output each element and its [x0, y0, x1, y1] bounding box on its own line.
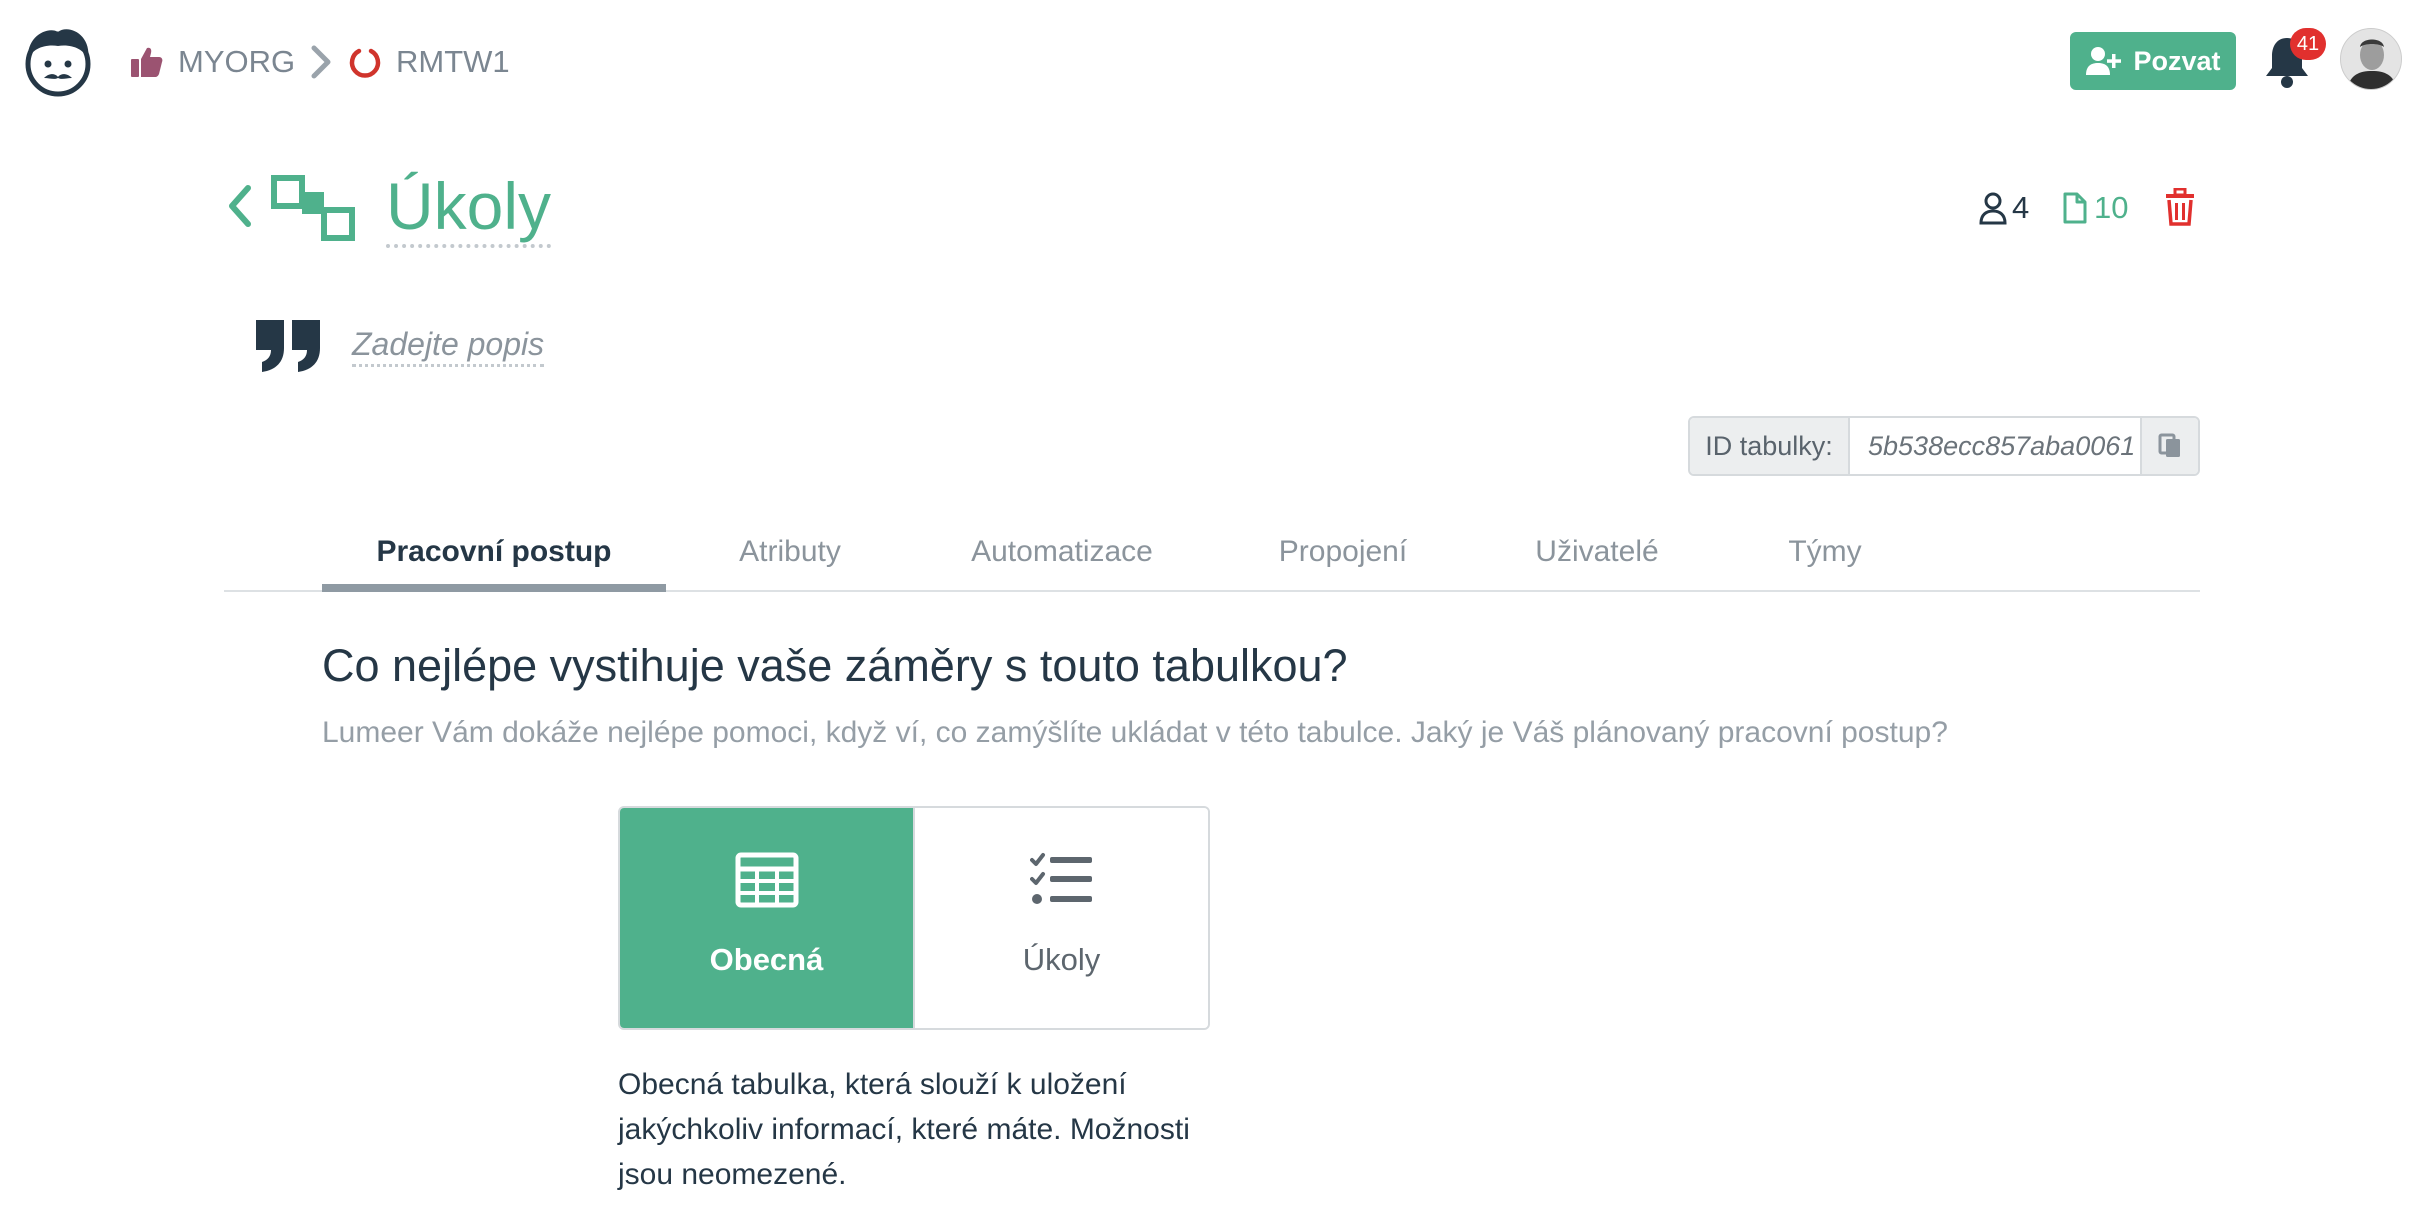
- table-icon: [735, 852, 798, 908]
- purpose-option-description: Obecná tabulka, která slouží k uložení j…: [618, 1068, 1190, 1191]
- copy-id-button[interactable]: [2140, 418, 2198, 474]
- purpose-option-general-label: Obecná: [709, 942, 824, 977]
- checklist-icon: [1029, 853, 1092, 904]
- purpose-option-tasks-label: Úkoly: [1022, 942, 1101, 977]
- chevron-right-icon: [311, 45, 331, 79]
- purpose-selector: Obecná Úkoly: [618, 806, 1210, 1030]
- copy-icon: [2158, 433, 2180, 457]
- file-icon: [2063, 192, 2087, 224]
- purpose-option-tasks[interactable]: Úkoly: [913, 808, 1208, 1028]
- tab-users[interactable]: Uživatelé: [1514, 530, 1680, 574]
- tab-teams[interactable]: Týmy: [1770, 530, 1880, 574]
- quote-icon: [256, 320, 320, 372]
- breadcrumb-project[interactable]: RMTW1: [348, 40, 510, 84]
- table-id-value[interactable]: 5b538ecc857aba0061: [1850, 418, 2140, 474]
- thumbs-up-icon: [131, 47, 163, 77]
- tab-attributes[interactable]: Atributy: [700, 530, 880, 574]
- trash-icon[interactable]: [2164, 188, 2196, 226]
- table-id-group: ID tabulky: 5b538ecc857aba0061: [1688, 416, 2200, 476]
- user-icon: [1979, 192, 2007, 225]
- users-count: 4: [2012, 190, 2030, 225]
- breadcrumb-organization[interactable]: MYORG: [128, 40, 295, 84]
- purpose-question: Co nejlépe vystihuje vaše záměry s touto…: [322, 640, 1348, 691]
- top-bar: MYORG RMTW1 Pozvat 41: [0, 0, 2416, 124]
- invite-label: Pozvat: [2133, 45, 2221, 76]
- organization-name: MYORG: [178, 44, 296, 79]
- lumeer-logo-icon[interactable]: [20, 22, 96, 98]
- user-photo-icon: [2341, 29, 2401, 89]
- active-tab-indicator: [322, 584, 666, 592]
- tab-links[interactable]: Propojení: [1250, 530, 1436, 574]
- project-code: RMTW1: [396, 44, 510, 79]
- tab-workflow[interactable]: Pracovní postup: [322, 530, 666, 574]
- back-arrow-icon[interactable]: [222, 180, 258, 232]
- notification-count-badge: 41: [2290, 28, 2326, 60]
- table-documents-count[interactable]: 10: [2062, 186, 2128, 230]
- table-id-label: ID tabulky:: [1690, 418, 1850, 474]
- purpose-hint: Lumeer Vám dokáže nejlépe pomoci, když v…: [322, 716, 1948, 749]
- description-input[interactable]: Zadejte popis: [352, 324, 545, 367]
- circle-notch-icon: [349, 48, 381, 78]
- user-avatar[interactable]: [2340, 28, 2402, 90]
- documents-count: 10: [2094, 190, 2129, 225]
- tab-automation[interactable]: Automatizace: [946, 530, 1178, 574]
- table-title[interactable]: Úkoly: [386, 170, 552, 248]
- table-users-count[interactable]: 4: [1978, 186, 2029, 230]
- user-plus-icon: [2086, 47, 2122, 75]
- invite-button[interactable]: Pozvat: [2070, 32, 2236, 90]
- table-collection-icon: [271, 175, 355, 241]
- purpose-option-general[interactable]: Obecná: [620, 808, 913, 1028]
